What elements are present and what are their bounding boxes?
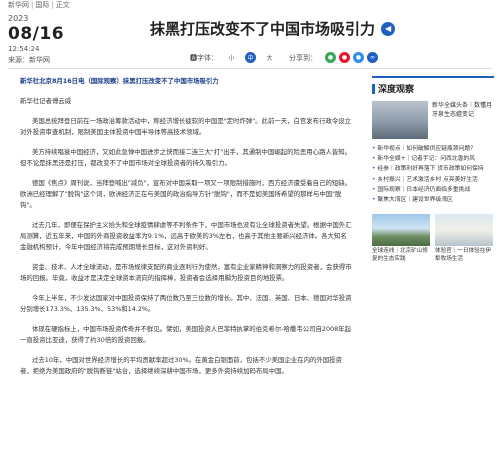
sidebar-accent-bar — [372, 83, 375, 94]
thumb-card[interactable]: 全球连线｜北京矿山修复的生态实践 — [372, 214, 430, 263]
list-item[interactable]: • 新华全媒+｜记者手记：问西北香的风 — [372, 155, 494, 163]
article-paragraph: 今年上半年，不少发达国家对中国投资保持了两位数乃至三位数的增长。其中，法国、英国… — [20, 294, 352, 313]
font-size-small-button[interactable]: 小 — [226, 52, 237, 63]
header-divider — [8, 68, 492, 69]
breadcrumb-current: 正文 — [55, 1, 70, 9]
article-meta: 2023 08/16 12:54:24 来源：新华网 — [8, 14, 68, 65]
article-body: 新华社北京8月16日电（国际观察）抹黑打压改变不了中国市场吸引力 新华社记者傅云… — [20, 76, 352, 386]
weibo-icon[interactable]: ● — [339, 52, 350, 63]
thumb-card[interactable]: 体验官｜一日体验在伊犁牧场生活 — [435, 214, 493, 263]
share-buttons: ● ● ● ∞ — [325, 52, 378, 63]
article-paragraph: 资金、技术、人才全球流动，是市场规律支配的商业逐利行为使然，富有企业家精神和洞察… — [20, 263, 352, 282]
qq-icon[interactable]: ● — [353, 52, 364, 63]
article-author: 新华社记者傅云威 — [20, 97, 72, 105]
article-lead: 新华社北京8月16日电（国际观察）抹黑打压改变不了中国市场吸引力 — [20, 77, 219, 85]
sidebar-header: 深度观察 — [372, 76, 494, 95]
article-paragraph: 美方持续唱衰中国经济，又如此急惮中国进步之快而接二连三大"打"出手，其通制中国崛… — [20, 148, 352, 167]
font-size-label: 字体： — [197, 53, 218, 62]
article-paragraph: 体现在硬指标上，中国市场投资传奇并不鲜见。譬如，美国投资人巴菲特执掌的伯克希尔-… — [20, 325, 351, 344]
font-size-large-button[interactable]: 大 — [264, 52, 275, 63]
font-size-medium-button[interactable]: 中 — [245, 52, 256, 63]
article-title: 抹黑打压改变不了中国市场吸引力 — [150, 20, 376, 38]
title-row: 抹黑打压改变不了中国市场吸引力 ◀ — [150, 18, 396, 39]
article-paragraph: 过去10年，中国对世界经济增长的平均贡献率超过30%。在黄金白银面前，包括不少美… — [20, 356, 342, 375]
sidebar-news-list: • 新华视点｜如何破解供应链瓶颈问题？ • 新华全媒+｜记者手记：问西北香的风 • 经… — [372, 145, 494, 204]
breadcrumb: 新华网 | 国际 | 正文 — [8, 0, 70, 10]
list-item[interactable]: • 新华视点｜如何破解供应链瓶颈问题？ — [372, 145, 494, 153]
article-paragraph: 美国总统拜登日前在一场政治筹款活动中，称经济增长疲软的中国是"定时炸弹"。此前一… — [20, 117, 352, 136]
breadcrumb-channel[interactable]: 国际 — [35, 1, 49, 9]
breadcrumb-home[interactable]: 新华网 — [8, 1, 29, 9]
thumb-caption[interactable]: 全球连线｜北京矿山修复的生态实践 — [372, 248, 430, 263]
breadcrumb-separator: | — [51, 1, 54, 9]
article-paragraph: 德国《焦点》周刊说，当拜登喊出"减负"，宣布对中国采取一项又一项限制措施时，西方… — [20, 179, 352, 209]
article-source: 来源：新华网 — [8, 56, 50, 64]
list-item[interactable]: • 聚焦大湾区｜建设世界级湾区 — [372, 196, 494, 204]
wechat-icon[interactable]: ● — [325, 52, 336, 63]
featured-story[interactable]: 新华全媒头条｜数懂月牙泉生态嬗变记 — [372, 101, 494, 139]
sidebar-thumbs: 全球连线｜北京矿山修复的生态实践 体验官｜一日体验在伊犁牧场生活 — [372, 214, 494, 263]
share-label: 分享到： — [289, 53, 317, 62]
publish-month-day: 08/16 — [8, 24, 65, 44]
list-item[interactable]: • 乡村振兴｜艺术激活乡村 点亮美好生活 — [372, 176, 494, 184]
list-item[interactable]: • 国际观察｜日本经济仍面临多重挑战 — [372, 186, 494, 194]
publish-time: 12:54:24 — [8, 45, 40, 53]
featured-image[interactable] — [372, 101, 428, 139]
featured-text[interactable]: 新华全媒头条｜数懂月牙泉生态嬗变记 — [432, 101, 494, 139]
list-item[interactable]: • 经参｜政策利好再落下 货币政策如何保持 — [372, 165, 494, 173]
sidebar: 深度观察 新华全媒头条｜数懂月牙泉生态嬗变记 • 新华视点｜如何破解供应链瓶颈问题… — [372, 76, 494, 263]
thumb-image[interactable] — [372, 214, 430, 247]
article-paragraph: 过去几年，即便在保护主义抬头和全球疫情肆虐等不利条件下，中国市场也没有让全球投资… — [20, 221, 352, 251]
thumb-image[interactable] — [435, 214, 493, 247]
sidebar-title: 深度观察 — [378, 85, 415, 95]
breadcrumb-separator: | — [31, 1, 34, 9]
font-size-icon: 🅰 — [190, 53, 197, 62]
publish-year: 2023 — [8, 14, 29, 23]
speaker-icon[interactable]: ◀ — [381, 21, 396, 36]
link-icon[interactable]: ∞ — [367, 52, 378, 63]
thumb-caption[interactable]: 体验官｜一日体验在伊犁牧场生活 — [435, 248, 493, 263]
article-toolbar: 🅰 字体： 小 中 大 分享到： ● ● ● ∞ — [190, 52, 378, 63]
